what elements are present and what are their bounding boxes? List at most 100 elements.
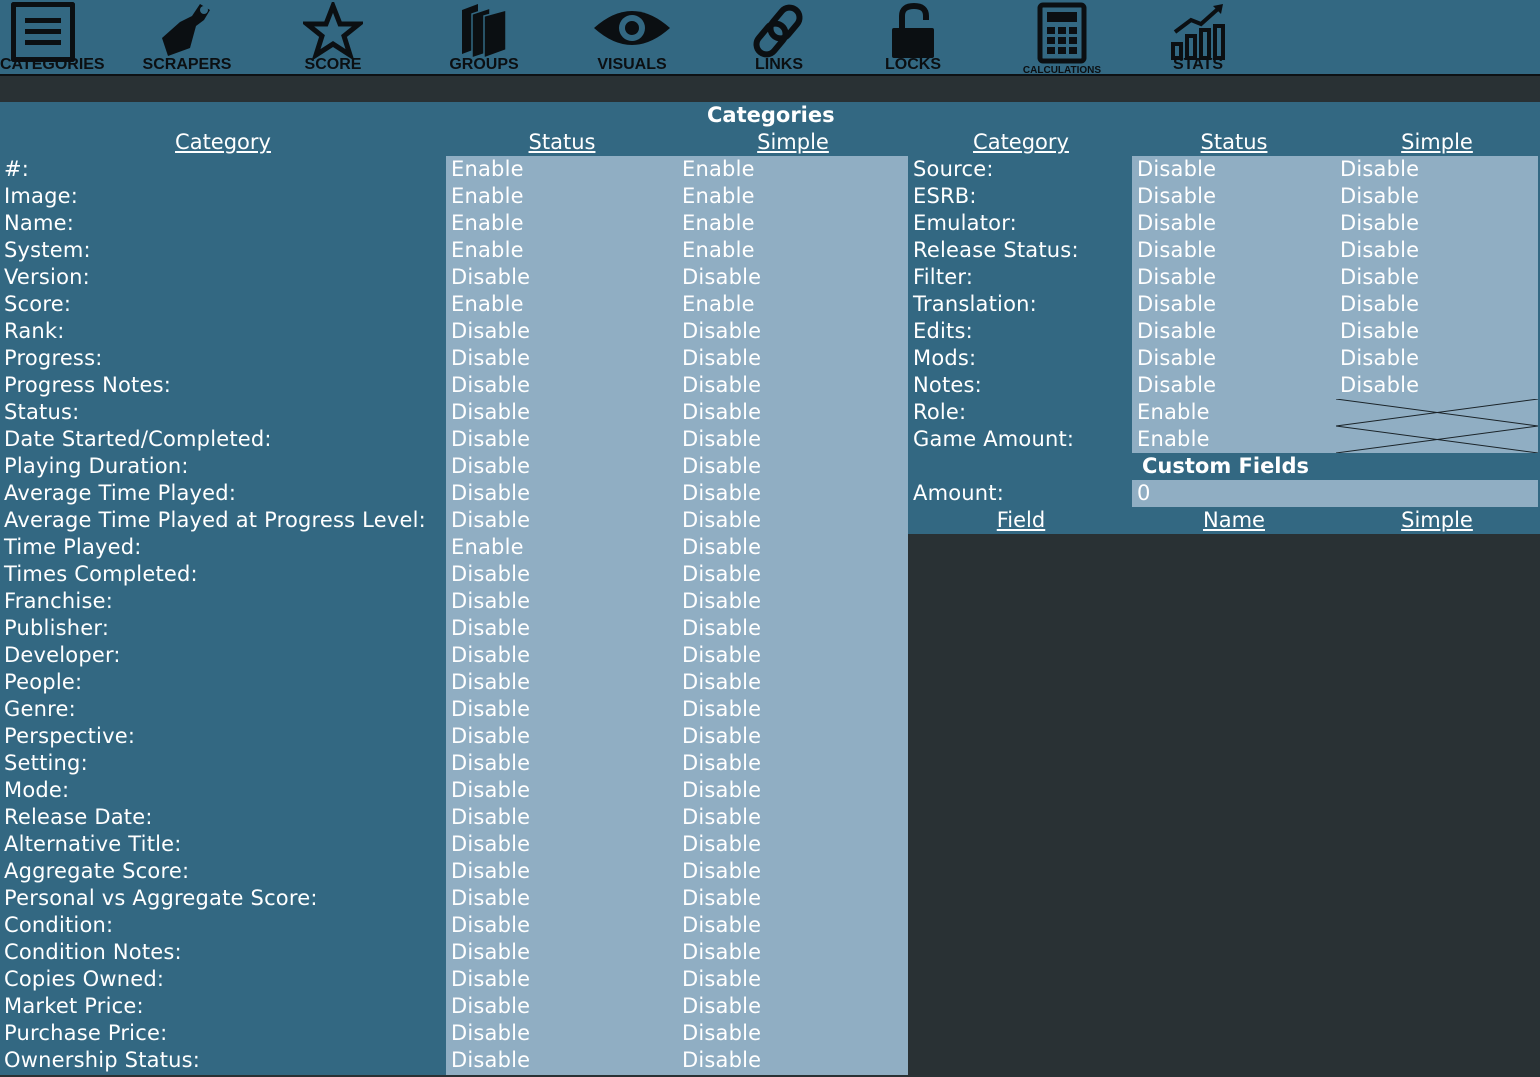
simple-cell[interactable]: Disable <box>1340 318 1419 345</box>
toolbar-scrapers-button[interactable]: SCRAPERS <box>137 0 237 74</box>
status-cell[interactable]: Disable <box>451 777 530 804</box>
simple-cell[interactable]: Disable <box>1340 237 1419 264</box>
toolbar-calculations-button[interactable]: CALCULATIONS <box>1007 0 1117 76</box>
column-header-simple[interactable]: Simple <box>723 129 863 156</box>
status-cell[interactable]: Enable <box>451 183 524 210</box>
simple-cell[interactable]: Disable <box>682 480 761 507</box>
simple-cell[interactable]: Disable <box>682 264 761 291</box>
simple-cell[interactable]: Enable <box>682 210 755 237</box>
simple-cell[interactable]: Disable <box>682 615 761 642</box>
simple-cell[interactable]: Enable <box>682 291 755 318</box>
simple-cell[interactable]: Disable <box>682 534 761 561</box>
simple-cell[interactable]: Enable <box>682 183 755 210</box>
toolbar-stats-button[interactable]: STATS <box>1148 0 1248 74</box>
status-cell[interactable]: Disable <box>451 264 530 291</box>
status-cell[interactable]: Disable <box>451 507 530 534</box>
toolbar-locks-button[interactable]: LOCKS <box>863 0 963 74</box>
column-header-simple[interactable]: Simple <box>1367 129 1507 156</box>
status-cell[interactable]: Disable <box>451 858 530 885</box>
simple-cell[interactable]: Disable <box>682 561 761 588</box>
toolbar-links-button[interactable]: LINKS <box>729 0 829 74</box>
simple-cell[interactable]: Disable <box>682 1047 761 1074</box>
simple-cell[interactable]: Disable <box>682 939 761 966</box>
status-cell[interactable]: Disable <box>1137 210 1216 237</box>
simple-cell[interactable]: Disable <box>682 723 761 750</box>
status-cell[interactable]: Disable <box>451 993 530 1020</box>
status-cell[interactable]: Disable <box>451 561 530 588</box>
status-cell[interactable]: Disable <box>451 615 530 642</box>
custom-header-simple[interactable]: Simple <box>1367 507 1507 534</box>
status-cell[interactable]: Disable <box>451 966 530 993</box>
status-cell[interactable]: Enable <box>451 291 524 318</box>
simple-cell[interactable]: Disable <box>682 669 761 696</box>
status-cell[interactable]: Disable <box>451 885 530 912</box>
simple-cell[interactable]: Disable <box>682 777 761 804</box>
status-cell[interactable]: Disable <box>451 372 530 399</box>
simple-cell[interactable]: Disable <box>1340 372 1419 399</box>
simple-cell[interactable]: Disable <box>1340 291 1419 318</box>
simple-cell[interactable]: Disable <box>1340 183 1419 210</box>
toolbar-categories-button[interactable]: CATEGORIES <box>0 0 105 74</box>
simple-cell[interactable]: Disable <box>682 804 761 831</box>
status-cell[interactable]: Disable <box>1137 291 1216 318</box>
status-cell[interactable]: Enable <box>451 237 524 264</box>
simple-cell[interactable]: Disable <box>682 831 761 858</box>
column-header-status[interactable]: Status <box>492 129 632 156</box>
toolbar-visuals-button[interactable]: VISUALS <box>577 0 687 74</box>
simple-cell[interactable]: Disable <box>682 507 761 534</box>
simple-cell[interactable]: Disable <box>1340 264 1419 291</box>
simple-cell[interactable]: Disable <box>682 993 761 1020</box>
simple-cell[interactable]: Disable <box>682 696 761 723</box>
custom-header-name[interactable]: Name <box>1164 507 1304 534</box>
simple-cell[interactable]: Disable <box>682 372 761 399</box>
simple-cell[interactable]: Enable <box>682 156 755 183</box>
column-header-status[interactable]: Status <box>1164 129 1304 156</box>
status-cell[interactable]: Disable <box>451 750 530 777</box>
simple-cell[interactable]: Disable <box>1340 156 1419 183</box>
status-cell[interactable]: Disable <box>451 912 530 939</box>
status-cell[interactable]: Disable <box>1137 372 1216 399</box>
status-cell[interactable]: Enable <box>451 534 524 561</box>
simple-cell[interactable]: Disable <box>682 318 761 345</box>
status-cell[interactable]: Disable <box>451 696 530 723</box>
status-cell[interactable]: Enable <box>451 156 524 183</box>
status-cell[interactable]: Disable <box>451 831 530 858</box>
simple-cell[interactable]: Disable <box>682 642 761 669</box>
status-cell[interactable]: Disable <box>451 480 530 507</box>
simple-cell[interactable]: Disable <box>682 588 761 615</box>
status-cell[interactable]: Enable <box>1137 426 1210 453</box>
status-cell[interactable]: Disable <box>451 1020 530 1047</box>
status-cell[interactable]: Disable <box>451 1047 530 1074</box>
simple-cell[interactable]: Disable <box>682 966 761 993</box>
status-cell[interactable]: Disable <box>1137 237 1216 264</box>
simple-cell[interactable]: Disable <box>682 912 761 939</box>
simple-cell[interactable]: Disable <box>682 858 761 885</box>
simple-cell[interactable]: Disable <box>682 345 761 372</box>
amount-value[interactable]: 0 <box>1137 480 1151 507</box>
status-cell[interactable]: Disable <box>1137 345 1216 372</box>
simple-cell[interactable]: Disable <box>682 453 761 480</box>
status-cell[interactable]: Disable <box>1137 318 1216 345</box>
toolbar-score-button[interactable]: SCORE <box>283 0 383 74</box>
simple-cell[interactable]: Disable <box>1340 210 1419 237</box>
status-cell[interactable]: Disable <box>451 723 530 750</box>
status-cell[interactable]: Disable <box>1137 156 1216 183</box>
status-cell[interactable]: Disable <box>451 318 530 345</box>
status-cell[interactable]: Disable <box>451 642 530 669</box>
status-cell[interactable]: Disable <box>451 939 530 966</box>
status-cell[interactable]: Disable <box>451 426 530 453</box>
status-cell[interactable]: Enable <box>1137 399 1210 426</box>
column-header-category[interactable]: Category <box>123 129 323 156</box>
simple-cell[interactable]: Disable <box>682 885 761 912</box>
status-cell[interactable]: Disable <box>1137 264 1216 291</box>
toolbar-groups-button[interactable]: GROUPS <box>434 0 534 74</box>
simple-cell[interactable]: Disable <box>682 1020 761 1047</box>
status-cell[interactable]: Disable <box>451 399 530 426</box>
simple-cell[interactable]: Disable <box>682 750 761 777</box>
status-cell[interactable]: Disable <box>451 345 530 372</box>
status-cell[interactable]: Disable <box>451 453 530 480</box>
status-cell[interactable]: Disable <box>451 669 530 696</box>
simple-cell[interactable]: Disable <box>682 399 761 426</box>
status-cell[interactable]: Disable <box>1137 183 1216 210</box>
status-cell[interactable]: Disable <box>451 588 530 615</box>
